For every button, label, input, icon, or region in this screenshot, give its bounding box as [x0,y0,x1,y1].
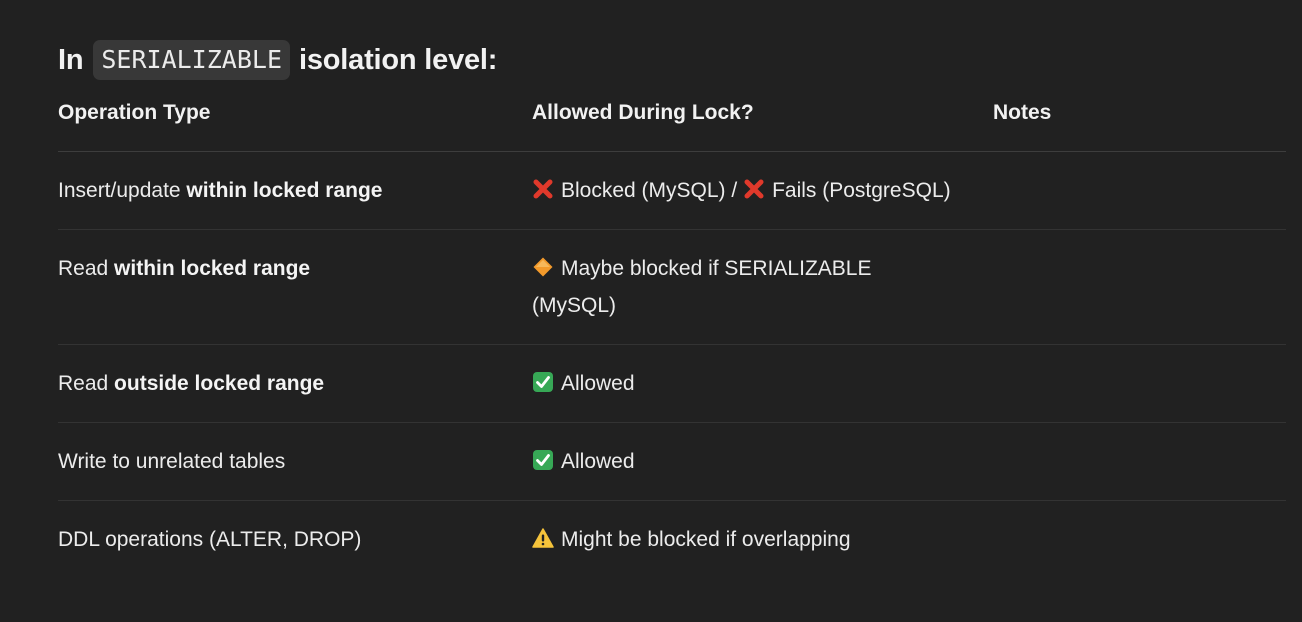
table-row: Write to unrelated tables Allowed [58,422,1286,501]
operation-text: Write to unrelated tables [58,450,286,473]
allowed-text: Maybe blocked if SERIALIZABLE (MySQL) [532,257,872,317]
notes-cell [993,422,1286,501]
header-notes: Notes [993,99,1286,152]
heading-code: SERIALIZABLE [93,40,290,80]
operation-bold: within locked range [186,179,383,202]
operation-cell: DDL operations (ALTER, DROP) [58,501,532,579]
check-mark-icon [532,371,554,393]
allowed-cell: Maybe blocked if SERIALIZABLE (MySQL) [532,229,993,345]
operation-bold: within locked range [114,257,311,280]
allowed-text: Allowed [561,372,635,395]
operation-cell: Read within locked range [58,229,532,345]
table-row: DDL operations (ALTER, DROP) Might be bl… [58,501,1286,579]
operation-bold: outside locked range [114,372,325,395]
allowed-cell: Blocked (MySQL) / Fails (PostgreSQL) [532,151,993,230]
cross-mark-icon [532,178,554,200]
notes-cell [993,151,1286,230]
table-row: Read within locked range Maybe blocked i… [58,229,1286,345]
notes-cell [993,501,1286,579]
allowed-cell: Allowed [532,422,993,501]
operation-text: Read [58,257,115,280]
check-mark-icon [532,449,554,471]
notes-cell [993,344,1286,423]
orange-diamond-icon [532,256,554,278]
notes-cell [993,229,1286,345]
warning-icon [532,527,554,549]
allowed-text: Fails (PostgreSQL) [772,179,951,202]
allowed-cell: Might be blocked if overlapping [532,501,993,579]
operation-cell: Insert/update within locked range [58,151,532,230]
allowed-cell: Allowed [532,344,993,423]
heading-suffix: isolation level: [299,44,498,76]
table-header-row: Operation Type Allowed During Lock? Note… [58,99,1286,152]
operation-text: Insert/update [58,179,187,202]
operation-cell: Read outside locked range [58,344,532,423]
allowed-text: Allowed [561,450,635,473]
table-row: Read outside locked range Allowed [58,344,1286,423]
allowed-text: Might be blocked if overlapping [561,528,851,551]
content: In SERIALIZABLE isolation level: Operati… [58,36,1286,578]
header-operation-type: Operation Type [58,99,532,152]
allowed-text: Blocked (MySQL) / [561,179,744,202]
header-allowed: Allowed During Lock? [532,99,993,152]
cross-mark-icon [743,178,765,200]
heading-prefix: In [58,44,84,76]
section-heading: In SERIALIZABLE isolation level: [58,36,1286,84]
lock-table: Operation Type Allowed During Lock? Note… [58,99,1286,578]
operation-text: DDL operations (ALTER, DROP) [58,528,362,551]
operation-cell: Write to unrelated tables [58,422,532,501]
operation-text: Read [58,372,115,395]
table-row: Insert/update within locked range Blocke… [58,151,1286,230]
